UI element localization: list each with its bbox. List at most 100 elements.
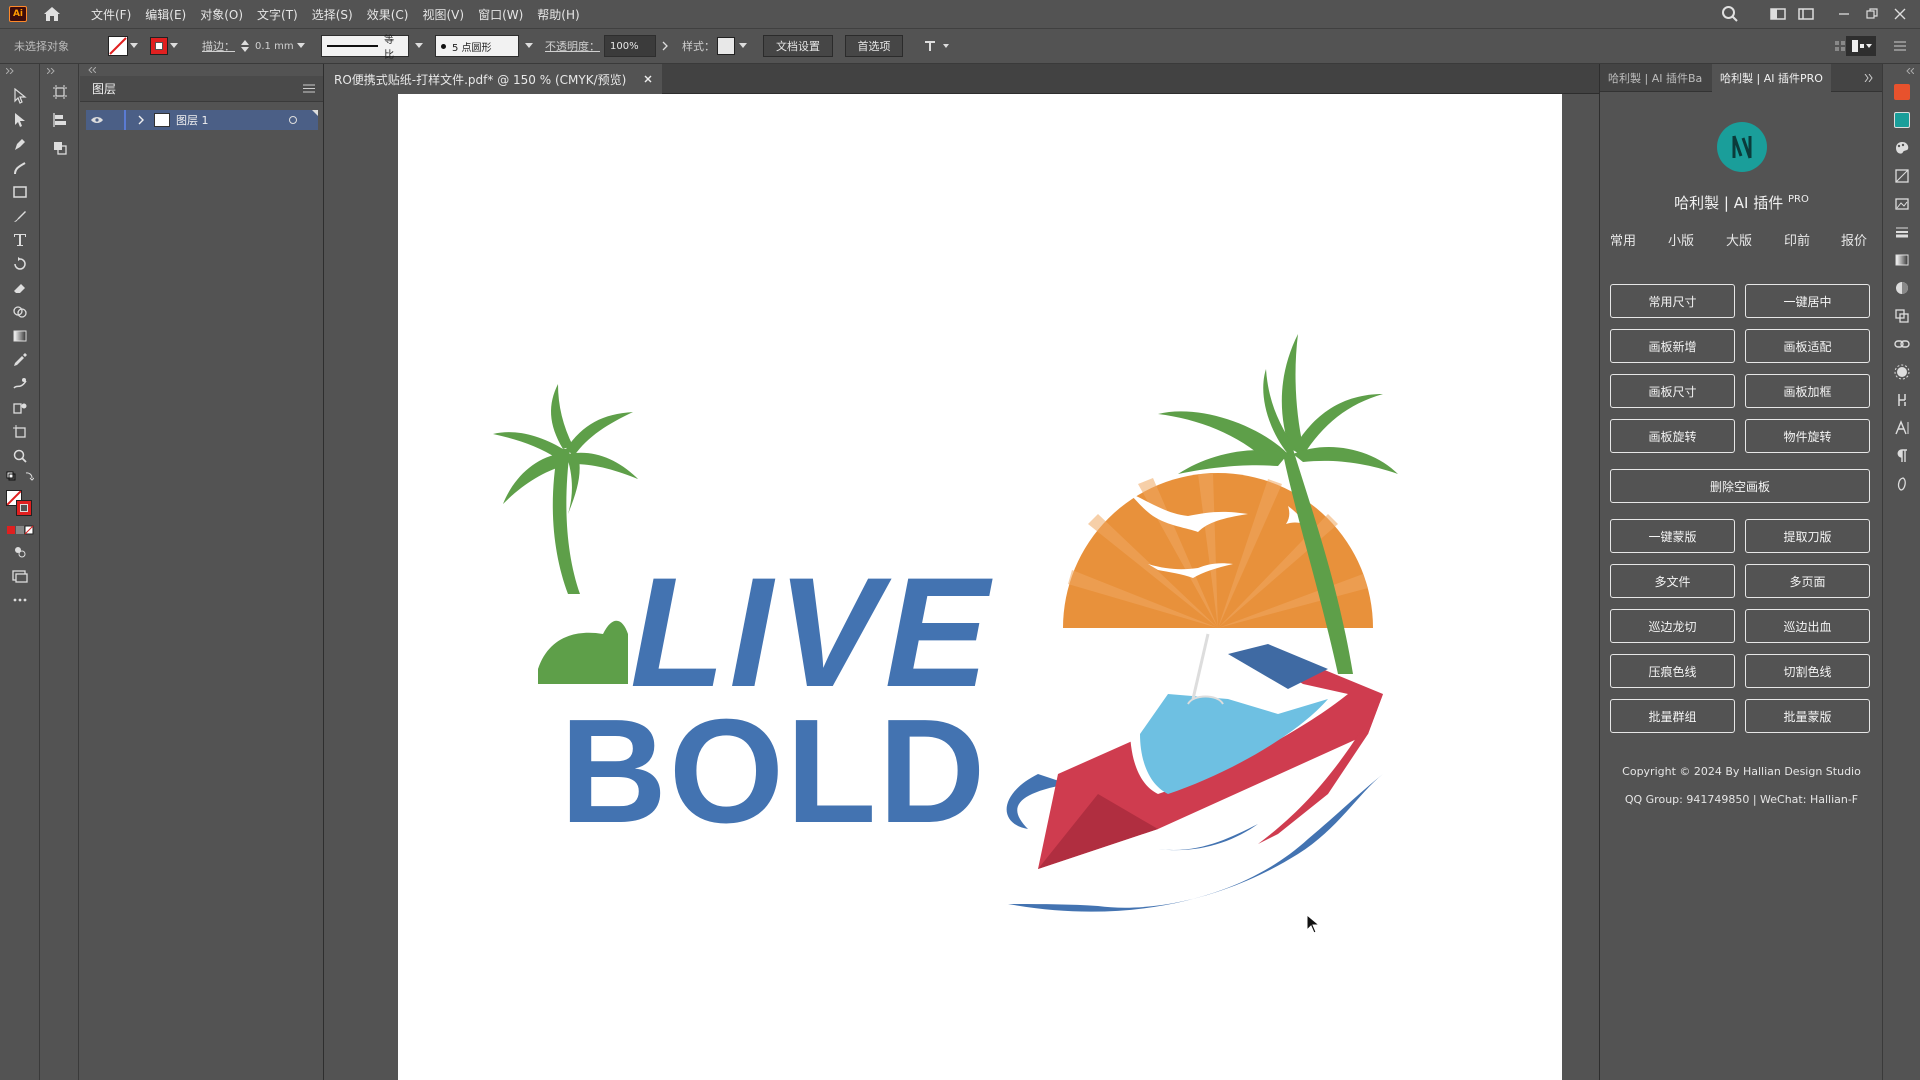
- nav-small-board[interactable]: 小版: [1668, 230, 1694, 249]
- plugin-basic-icon[interactable]: [1883, 78, 1920, 106]
- transparency-panel-icon[interactable]: [1883, 274, 1920, 302]
- stroke-stepper-icon[interactable]: [241, 39, 249, 53]
- menu-help[interactable]: 帮助(H): [537, 6, 579, 23]
- arrange-icon[interactable]: [1846, 36, 1876, 56]
- pathfinder-panel-icon[interactable]: [41, 134, 79, 162]
- layers-tab[interactable]: 图层: [92, 80, 116, 97]
- paragraph-panel-icon[interactable]: [1883, 442, 1920, 470]
- color-panel-icon[interactable]: [1883, 134, 1920, 162]
- stroke-dropdown-icon[interactable]: [168, 40, 180, 52]
- graphic-style-swatch[interactable]: [717, 37, 735, 55]
- brush-field[interactable]: 5 点圆形: [435, 35, 519, 57]
- opacity-expand-icon[interactable]: [662, 41, 668, 51]
- screen-mode-icon[interactable]: [0, 564, 40, 588]
- lock-toggle[interactable]: [112, 110, 126, 130]
- artboards-panel-icon[interactable]: [41, 78, 79, 106]
- delete-empty-artboards-button[interactable]: 删除空画板: [1610, 469, 1870, 503]
- fill-dropdown-icon[interactable]: [128, 40, 140, 52]
- live-bold-artwork[interactable]: LIVE BOLD: [398, 94, 1562, 1080]
- nav-common[interactable]: 常用: [1610, 230, 1636, 249]
- edge-bleed-button[interactable]: 巡边出血: [1745, 609, 1870, 643]
- opentype-panel-icon[interactable]: [1883, 470, 1920, 498]
- transform-panel-icon[interactable]: [1883, 302, 1920, 330]
- rotate-tool-icon[interactable]: [0, 252, 40, 276]
- direct-selection-tool-icon[interactable]: [0, 108, 40, 132]
- object-rotate-button[interactable]: 物件旋转: [1745, 419, 1870, 453]
- shape-builder-tool-icon[interactable]: [0, 300, 40, 324]
- zoom-tool-icon[interactable]: [0, 444, 40, 468]
- layers-menu-icon[interactable]: [303, 84, 315, 93]
- nav-quote[interactable]: 报价: [1841, 230, 1867, 249]
- cut-line-button[interactable]: 切割色线: [1745, 654, 1870, 688]
- workspace-switcher-icon[interactable]: [1764, 0, 1792, 28]
- menu-type[interactable]: 文字(T): [257, 6, 298, 23]
- eyedropper-tool-icon[interactable]: [0, 348, 40, 372]
- document-tab[interactable]: RO便携式贴纸-打样文件.pdf* @ 150 % (CMYK/预览): [324, 64, 662, 94]
- selection-tool-icon[interactable]: [0, 84, 40, 108]
- stroke-profile-field[interactable]: 等比: [321, 35, 409, 61]
- stroke-panel-icon[interactable]: [1883, 218, 1920, 246]
- artboard-add-button[interactable]: 画板新增: [1610, 329, 1735, 363]
- fill-stroke-widget[interactable]: [0, 486, 40, 520]
- menu-view[interactable]: 视图(V): [422, 6, 464, 23]
- artboard-tool-icon[interactable]: [0, 420, 40, 444]
- symbols-panel-icon[interactable]: [1883, 386, 1920, 414]
- document-setup-button[interactable]: 文档设置: [763, 35, 833, 57]
- multi-page-button[interactable]: 多页面: [1745, 564, 1870, 598]
- dock-collapse-icon[interactable]: [41, 64, 78, 78]
- nav-large-board[interactable]: 大版: [1726, 230, 1752, 249]
- batch-mask-button[interactable]: 批量蒙版: [1745, 699, 1870, 733]
- rectangle-tool-icon[interactable]: [0, 180, 40, 204]
- home-icon[interactable]: [41, 3, 63, 25]
- plugin-tab-pro[interactable]: 哈利製 | AI 插件PRO: [1712, 63, 1831, 92]
- layer-row[interactable]: 图层 1: [86, 110, 318, 130]
- draw-mode-icon[interactable]: [0, 540, 40, 564]
- align-panel-icon[interactable]: [1834, 40, 1846, 52]
- artboard[interactable]: LIVE BOLD: [398, 94, 1562, 1080]
- plugin-tab-basic[interactable]: 哈利製 | AI 插件Ba: [1600, 64, 1712, 92]
- extract-dieline-button[interactable]: 提取刀版: [1745, 519, 1870, 553]
- fill-swatch[interactable]: [108, 36, 128, 56]
- pen-tool-icon[interactable]: [0, 132, 40, 156]
- expand-chevron-icon[interactable]: [132, 115, 150, 125]
- puppet-warp-tool-icon[interactable]: [0, 372, 40, 396]
- stroke-weight-dropdown-icon[interactable]: [295, 40, 307, 52]
- search-icon[interactable]: [1716, 0, 1744, 28]
- artboard-fit-button[interactable]: 画板适配: [1745, 329, 1870, 363]
- opacity-field[interactable]: 100%: [604, 35, 656, 57]
- center-one-click-button[interactable]: 一键居中: [1745, 284, 1870, 318]
- gradient-tool-icon[interactable]: [0, 324, 40, 348]
- stroke-weight-value[interactable]: 0.1 mm: [255, 41, 295, 52]
- layer-name[interactable]: 图层 1: [176, 112, 209, 128]
- menu-edit[interactable]: 编辑(E): [145, 6, 186, 23]
- document-close-icon[interactable]: [644, 75, 652, 83]
- nav-prepress[interactable]: 印前: [1784, 230, 1810, 249]
- plugin-pro-icon[interactable]: [1883, 106, 1920, 134]
- multi-file-button[interactable]: 多文件: [1610, 564, 1735, 598]
- image-trace-panel-icon[interactable]: [1883, 190, 1920, 218]
- one-click-mask-button[interactable]: 一键蒙版: [1610, 519, 1735, 553]
- menu-effect[interactable]: 效果(C): [367, 6, 409, 23]
- color-mode-icons[interactable]: [0, 520, 40, 540]
- more-tools-icon[interactable]: [0, 588, 40, 612]
- batch-group-button[interactable]: 批量群组: [1610, 699, 1735, 733]
- tools-collapse-icon[interactable]: [0, 64, 39, 78]
- character-panel-icon[interactable]: [1883, 414, 1920, 442]
- eraser-tool-icon[interactable]: [0, 276, 40, 300]
- right-strip-collapse-icon[interactable]: [1883, 64, 1920, 78]
- transform-options-icon[interactable]: [923, 39, 953, 53]
- layers-collapse-icon[interactable]: [80, 64, 323, 76]
- menu-object[interactable]: 对象(O): [200, 6, 243, 23]
- swatches-panel-icon[interactable]: [1883, 162, 1920, 190]
- layer-target-icon[interactable]: [288, 115, 298, 125]
- style-dropdown-icon[interactable]: [737, 40, 749, 52]
- links-panel-icon[interactable]: [1883, 330, 1920, 358]
- visibility-eye-icon[interactable]: [86, 116, 108, 124]
- artboard-size-button[interactable]: 画板尺寸: [1610, 374, 1735, 408]
- artboard-rotate-button[interactable]: 画板旋转: [1610, 419, 1735, 453]
- edge-cut-button[interactable]: 巡边龙切: [1610, 609, 1735, 643]
- arrange-documents-icon[interactable]: [1792, 0, 1820, 28]
- stroke-profile-dropdown-icon[interactable]: [413, 40, 425, 52]
- preferences-button[interactable]: 首选项: [845, 35, 903, 57]
- menu-file[interactable]: 文件(F): [91, 6, 131, 23]
